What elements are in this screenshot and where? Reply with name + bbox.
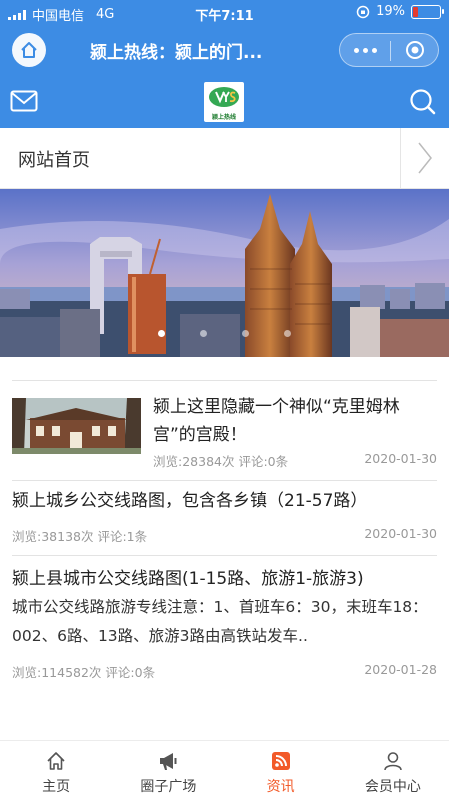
article-date: 2020-01-28 — [364, 662, 437, 677]
section-nav-arrow[interactable] — [400, 128, 449, 188]
tab-label: 资讯 — [266, 779, 295, 795]
logo-mark-icon — [209, 87, 239, 107]
carousel-dot[interactable] — [284, 330, 291, 337]
more-button[interactable] — [340, 34, 390, 66]
article-item[interactable]: 颍上这里隐藏一个神似“克里姆林宫”的宫殿！ 浏览:28384次 评论:0条 20… — [12, 380, 437, 480]
article-title[interactable]: 颍上这里隐藏一个神似“克里姆林宫”的宫殿！ — [153, 393, 437, 449]
mail-icon[interactable] — [10, 89, 38, 113]
logo-text: 颍上热线 — [211, 114, 236, 121]
bottom-tab-bar: 主页 圈子广场 资讯 会员中心 — [0, 740, 449, 801]
article-item[interactable]: 颍上城乡公交线路图，包含各乡镇（21-57路） 浏览:38138次 评论:1条 … — [12, 480, 437, 555]
mini-program-titlebar: 颍上热线：颍上的门... — [0, 26, 449, 74]
capsule-menu — [339, 33, 439, 67]
tab-home[interactable]: 主页 — [0, 741, 112, 801]
article-title[interactable]: 颍上城乡公交线路图，包含各乡镇（21-57路） — [12, 487, 367, 515]
tab-label: 主页 — [42, 779, 71, 795]
home-icon — [21, 42, 37, 58]
article-comments: 评论:1条 — [97, 529, 148, 544]
battery-percent: 19% — [376, 4, 405, 19]
tab-news[interactable]: 资讯 — [225, 741, 337, 801]
carousel-dots — [0, 330, 449, 337]
article-date: 2020-01-30 — [364, 526, 437, 541]
article-meta: 浏览:114582次 评论:0条 — [12, 662, 155, 681]
close-target-icon — [406, 41, 424, 59]
section-nav-label: 网站首页 — [18, 150, 90, 171]
article-item[interactable]: 颍上县城市公交线路图(1-15路、旅游1-旅游3) 城市公交线路旅游专线注意：1… — [12, 555, 437, 690]
article-views: 浏览:38138次 — [12, 529, 94, 544]
tab-label: 圈子广场 — [140, 779, 197, 795]
carousel-dot[interactable] — [242, 330, 249, 337]
status-bar: 中国电信 4G 下午7:11 19% — [0, 0, 449, 26]
site-header: 颍上热线 — [0, 74, 449, 128]
article-views: 浏览:114582次 — [12, 665, 102, 680]
home-icon — [47, 752, 65, 770]
page-title: 颍上热线：颍上的门... — [90, 43, 263, 63]
battery-icon — [411, 4, 444, 19]
article-comments: 评论:0条 — [105, 665, 156, 680]
banner-carousel[interactable] — [0, 189, 449, 357]
carousel-dot[interactable] — [200, 330, 207, 337]
article-meta: 浏览:28384次 评论:0条 — [153, 451, 288, 470]
home-button[interactable] — [12, 33, 46, 67]
orientation-lock-icon — [356, 5, 370, 18]
site-logo[interactable]: 颍上热线 — [204, 82, 244, 122]
article-list: 颍上这里隐藏一个神似“克里姆林宫”的宫殿！ 浏览:28384次 评论:0条 20… — [12, 380, 437, 690]
section-nav[interactable]: 网站首页 — [0, 128, 449, 189]
article-comments: 评论:0条 — [238, 454, 289, 469]
article-meta: 浏览:38138次 评论:1条 — [12, 526, 147, 545]
close-button[interactable] — [391, 34, 439, 66]
carousel-dot[interactable] — [158, 330, 165, 337]
chevron-right-icon — [418, 142, 432, 174]
article-summary: 城市公交线路旅游专线注意：1、首班车6：30，末班车18：002、6路、13路、… — [12, 598, 428, 645]
megaphone-icon — [160, 753, 177, 770]
tab-label: 会员中心 — [364, 779, 421, 795]
article-thumbnail — [12, 398, 141, 454]
user-icon — [384, 752, 402, 771]
tab-circle-square[interactable]: 圈子广场 — [112, 741, 224, 801]
article-title[interactable]: 颍上县城市公交线路图(1-15路、旅游1-旅游3) — [12, 565, 364, 593]
tab-member-center[interactable]: 会员中心 — [337, 741, 449, 801]
rss-icon — [271, 752, 290, 770]
article-views: 浏览:28384次 — [153, 454, 235, 469]
search-icon[interactable] — [409, 88, 437, 116]
article-date: 2020-01-30 — [364, 451, 437, 466]
